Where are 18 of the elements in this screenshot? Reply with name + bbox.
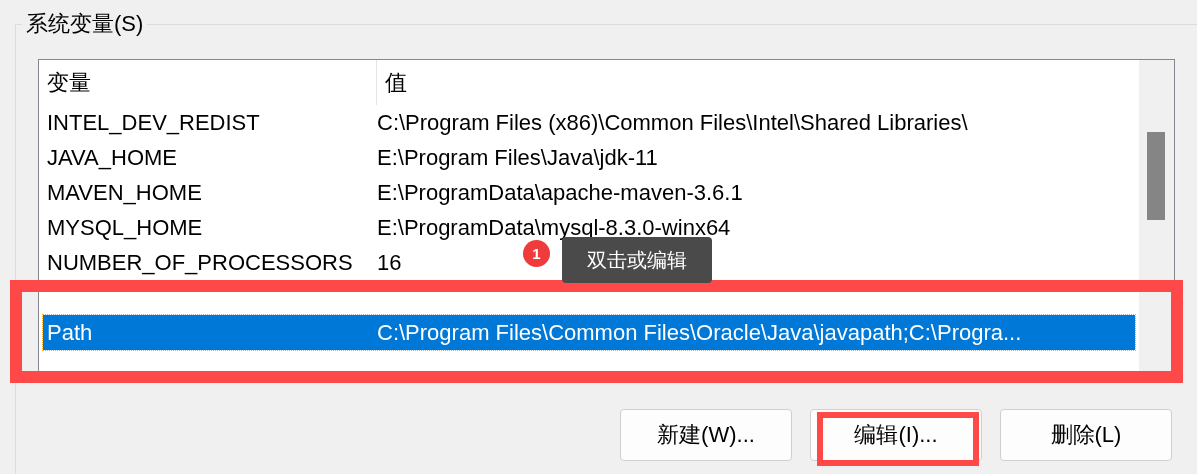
column-header[interactable]: 值 <box>377 60 407 105</box>
column-header[interactable]: 变量 <box>39 60 377 105</box>
variable-name: Path <box>46 319 94 347</box>
variable-name: NUMBER_OF_PROCESSORS <box>46 249 354 277</box>
variable-name: MAVEN_HOME <box>46 179 203 207</box>
list-row[interactable]: Path C:\Program Files\Common Files\Oracle\Java\javapath;C:\Progra... <box>43 315 1135 350</box>
variable-name: MYSQL_HOME <box>46 214 204 242</box>
scroll-thumb[interactable] <box>1147 132 1165 220</box>
variable-value: 16 <box>377 249 402 277</box>
dialog-button[interactable]: 新建(W)... <box>620 409 792 461</box>
variable-value: E:\ProgramData\apache-maven-3.6.1 <box>377 179 743 207</box>
dialog-button[interactable]: 删除(L) <box>1000 409 1172 461</box>
group-title: 系统变量(S) <box>22 9 148 39</box>
variable-name: JAVA_HOME <box>46 144 178 172</box>
variable-value: C:\Program Files (x86)\Common Files\Intel\Shared Libraries\ <box>377 109 968 137</box>
variable-value: E:\Program Files\Java\jdk-11 <box>377 144 658 172</box>
variable-value: C:\Program Files\Common Files\Oracle\Java\javapath;C:\Progra... <box>377 319 1022 347</box>
variable-name: INTEL_DEV_REDIST <box>46 109 261 137</box>
